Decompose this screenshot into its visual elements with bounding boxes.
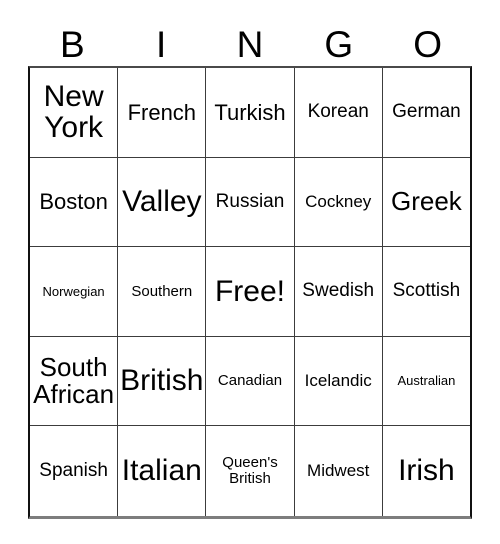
bingo-header-letter-o-text: O [413,23,442,65]
bingo-cell[interactable]: Italian [118,426,207,516]
bingo-header-letter-i: I [117,22,206,66]
bingo-cell-label: New York [43,79,104,145]
bingo-cell-label: Scottish [392,280,461,302]
bingo-cell[interactable]: Scottish [382,247,471,336]
bingo-header-letter-b: B [28,22,117,66]
bingo-cell-free[interactable]: Free! [206,247,295,336]
bingo-cell-label: Norwegian [42,283,105,299]
bingo-cell-label: Southern [131,282,193,300]
bingo-cell[interactable]: British [118,336,207,426]
bingo-row: Spanish Italian Queen's British Midwest … [30,426,471,516]
bingo-cell-label: Russian [215,190,285,212]
bingo-header-letter-i-text: I [156,23,167,65]
bingo-row: Boston Valley Russian Cockney Greek [30,157,471,248]
bingo-cell[interactable]: Norwegian [30,247,119,336]
bingo-cell[interactable]: Boston [30,157,119,247]
bingo-cell-label: Italian [121,454,202,488]
bingo-cell[interactable]: South African [30,336,119,426]
bingo-grid: New York French Turkish Korean German Bo… [28,66,472,519]
bingo-cell-label: Cockney [305,191,372,211]
bingo-cell[interactable]: Swedish [294,247,383,336]
bingo-cell-label: Icelandic [304,371,372,391]
bingo-cell-label: German [392,101,461,123]
bingo-cell[interactable]: Spanish [30,426,119,516]
bingo-cell-label: Irish [398,454,455,488]
bingo-cell-label: British [120,364,204,398]
bingo-cell[interactable]: Australian [382,336,471,426]
bingo-cell[interactable]: Queen's British [206,426,295,516]
bingo-cell-label: Boston [39,189,108,215]
bingo-header-letter-g-text: G [324,23,354,65]
bingo-cell[interactable]: Turkish [206,68,295,157]
bingo-cell[interactable]: Korean [294,68,383,157]
bingo-cell-label: South African [33,351,115,410]
bingo-cell[interactable]: Southern [118,247,207,336]
bingo-cell-label: Midwest [307,461,370,481]
bingo-cell-label: Valley [122,184,202,218]
bingo-header-letter-b-text: B [60,23,85,65]
bingo-cell-label: Greek [391,186,462,217]
bingo-header-letter-n-text: N [236,23,264,65]
bingo-cell[interactable]: French [118,68,207,157]
bingo-cell-label: French [127,99,197,125]
bingo-cell[interactable]: Cockney [294,157,383,247]
bingo-row: Norwegian Southern Free! Swedish Scottis… [30,247,471,337]
bingo-cell-label: Australian [397,373,456,389]
bingo-cell[interactable]: German [382,68,471,157]
bingo-header-letter-o: O [383,22,472,66]
bingo-cell-label: Swedish [302,280,375,302]
bingo-row: South African British Canadian Icelandic… [30,336,471,427]
bingo-cell[interactable]: Icelandic [294,336,383,426]
bingo-header-row: B I N G O [28,22,472,66]
bingo-cell[interactable]: Canadian [206,336,295,426]
bingo-cell-label: Free! [214,274,286,308]
bingo-cell[interactable]: Russian [206,157,295,247]
bingo-cell-label: Queen's British [222,454,278,488]
bingo-cell-label: Korean [307,101,369,123]
bingo-header-letter-g: G [294,22,383,66]
bingo-card: B I N G O New York French Turkish Korean… [28,22,472,519]
bingo-row: New York French Turkish Korean German [30,68,471,158]
bingo-header-letter-n: N [206,22,295,66]
bingo-cell-label: Turkish [214,99,286,125]
bingo-cell[interactable]: Irish [382,426,471,516]
bingo-cell[interactable]: New York [30,68,119,157]
bingo-cell[interactable]: Midwest [294,426,383,516]
bingo-cell[interactable]: Greek [382,157,471,247]
bingo-cell-label: Canadian [217,372,283,390]
bingo-cell[interactable]: Valley [118,157,207,247]
bingo-cell-label: Spanish [39,460,108,482]
